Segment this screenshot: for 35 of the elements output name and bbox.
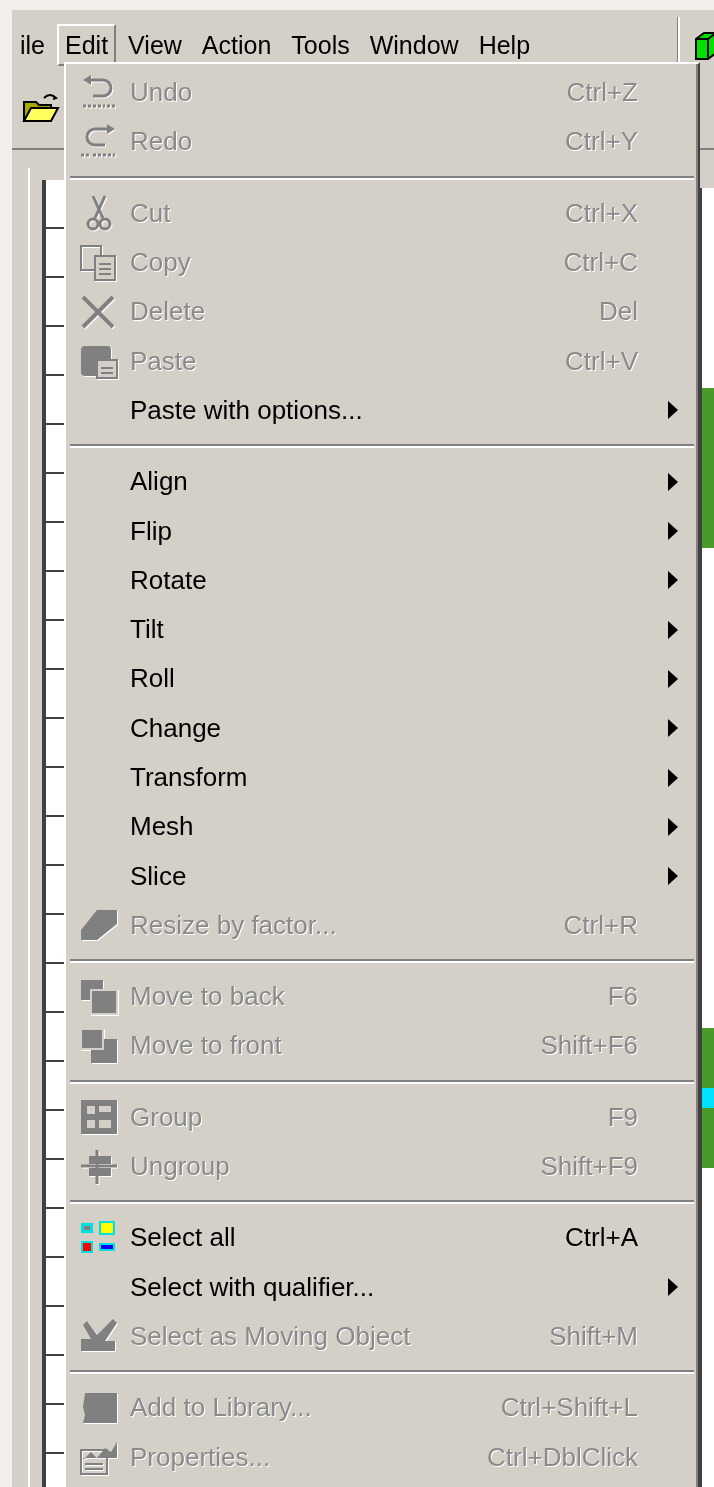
menu-item[interactable]: Mesh <box>70 802 694 852</box>
menu-item[interactable]: Roll <box>70 654 694 704</box>
menu-item[interactable]: Change <box>70 703 694 753</box>
ungroup-icon <box>78 1147 120 1186</box>
shortcut-label: Ctrl+C <box>563 246 638 280</box>
menu-item[interactable]: Paste with options... <box>70 385 694 436</box>
menu-bar-item[interactable]: Action <box>193 24 280 66</box>
menu-item[interactable]: Tilt <box>70 604 694 655</box>
menu-bar-item[interactable]: View <box>120 24 190 66</box>
shortcut-label: Del <box>599 295 638 329</box>
menu-bar-item[interactable]: ile <box>12 24 53 66</box>
shortcut-label: F9 <box>607 1100 638 1134</box>
shortcut-label: Ctrl+Shift+L <box>500 1391 638 1425</box>
menu-bar-item[interactable]: Help <box>470 24 539 66</box>
shortcut-label: Ctrl+X <box>565 196 638 230</box>
shortcut-label: Ctrl+DblClick <box>487 1440 638 1474</box>
menu-item[interactable]: Transform <box>70 752 694 803</box>
menu-bar-item[interactable]: Window <box>361 24 467 66</box>
group-icon <box>78 1098 120 1137</box>
shortcut-label: Shift+M <box>549 1319 638 1353</box>
shortcut-label: F6 <box>607 980 638 1014</box>
shortcut-label: Ctrl+Y <box>565 125 638 159</box>
menu-item[interactable]: Rotate <box>70 555 694 605</box>
shortcut-label: Ctrl+V <box>565 344 638 378</box>
menu-item[interactable]: Slice <box>70 851 694 901</box>
menu-item[interactable]: Select with qualifier... <box>70 1262 694 1312</box>
shortcut-label: Shift+F9 <box>540 1150 638 1184</box>
menu-bar-item[interactable]: Tools <box>283 24 358 66</box>
shortcut-label: Ctrl+A <box>565 1221 638 1255</box>
menu-item[interactable]: Flip <box>70 506 694 556</box>
shortcut-label: Ctrl+R <box>563 908 638 942</box>
shortcut-label: Ctrl+Z <box>566 76 638 110</box>
shortcut-label: Shift+F6 <box>540 1029 638 1063</box>
menu-item[interactable]: Align <box>70 457 694 507</box>
menu-item[interactable]: Select all Ctrl+A <box>70 1213 694 1263</box>
